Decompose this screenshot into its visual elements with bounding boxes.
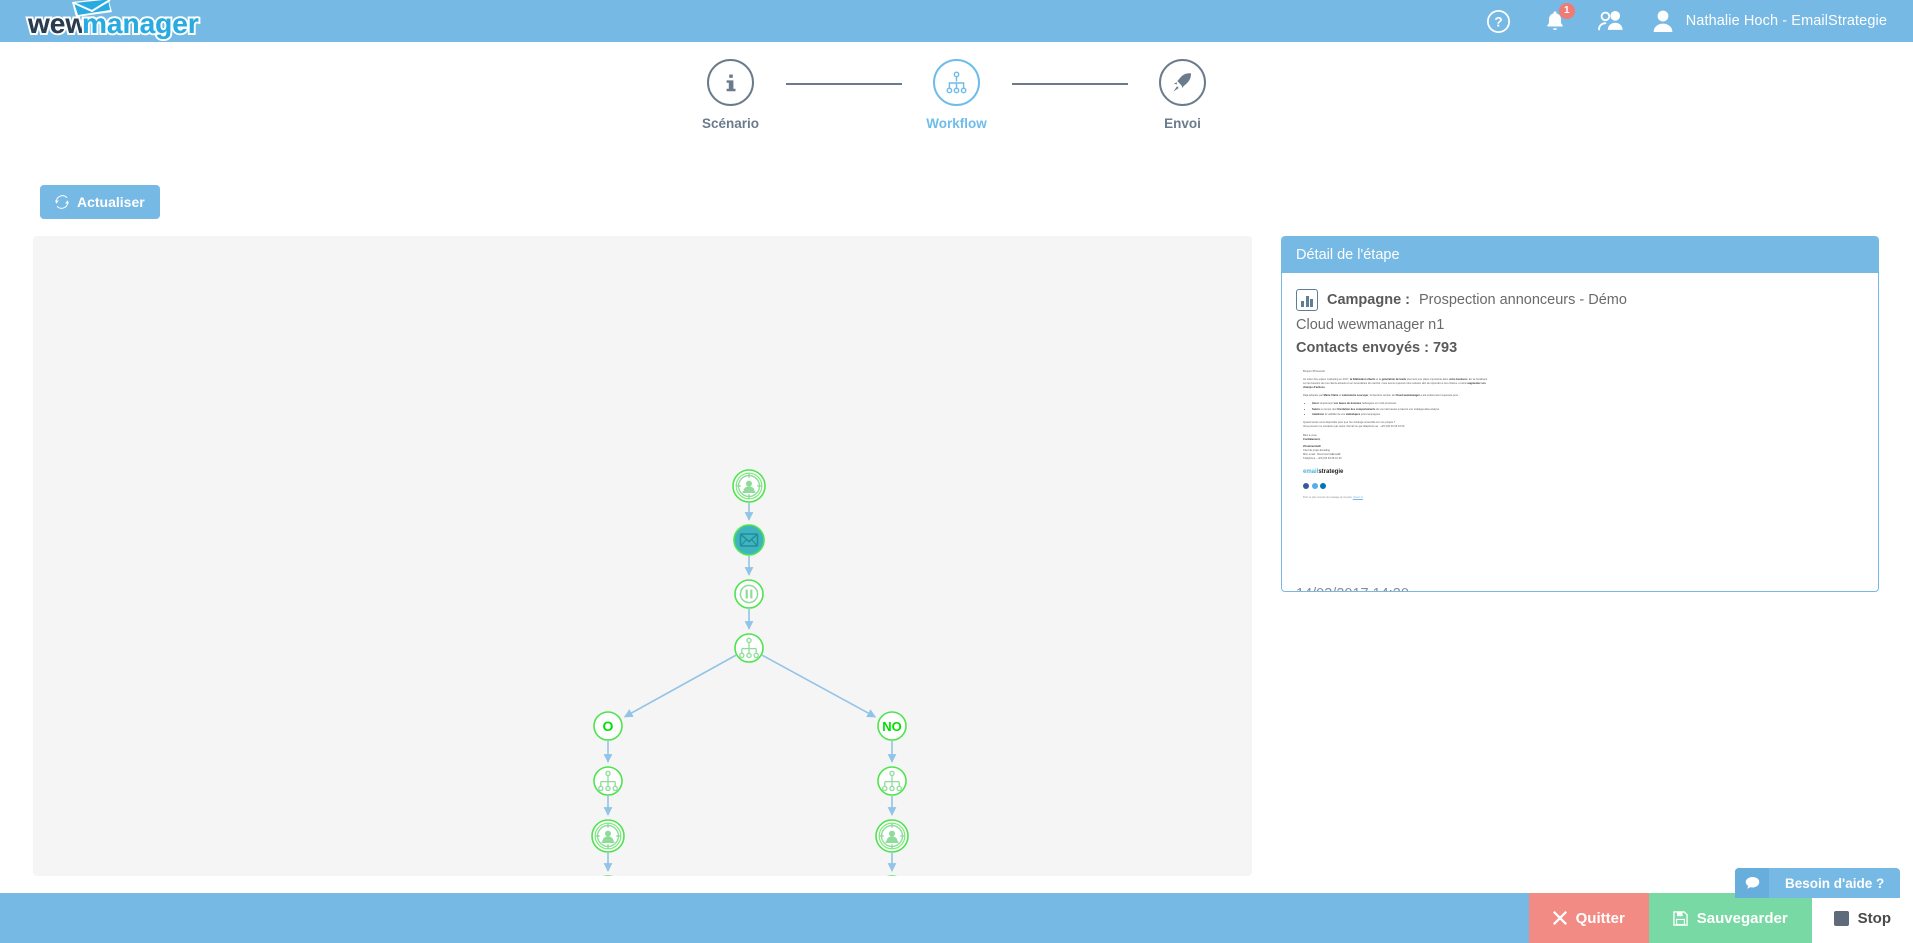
chat-bubble-glyph	[1745, 876, 1759, 889]
step-envoi[interactable]: Envoi	[1128, 59, 1238, 131]
workflow-node[interactable]	[875, 819, 909, 853]
stepper-steps: Scénario Workflow Envoi	[676, 59, 1238, 131]
sitemap-icon	[946, 71, 967, 94]
mail-bullets: Gérer simplement vos bases de données hé…	[1312, 402, 1489, 417]
facebook-icon[interactable]	[1303, 482, 1309, 489]
campaign-label: Campagne :	[1327, 292, 1410, 308]
workflow-stepper: Scénario Workflow Envoi	[0, 42, 1913, 147]
workflow-node[interactable]	[732, 469, 766, 503]
footer-bar: Quitter Sauvegarder Stop	[0, 893, 1913, 943]
stop-button[interactable]: Stop	[1811, 893, 1913, 943]
users-icon	[1597, 11, 1623, 31]
help-chat-widget[interactable]: Besoin d'aide ?	[1735, 868, 1901, 898]
workflow-node[interactable]: O	[593, 711, 623, 741]
quit-button-label: Quitter	[1575, 909, 1625, 927]
mail-bullet-1: Gérer simplement vos bases de données hé…	[1312, 402, 1489, 406]
campaign-row: Campagne : Prospection annonceurs - Démo	[1296, 289, 1864, 311]
app-logo[interactable]: wew wew manager manager	[22, 0, 242, 42]
user-avatar-icon	[1653, 10, 1673, 32]
cloud-line: Cloud wewmanager n1	[1296, 317, 1445, 333]
svg-text:wew: wew	[27, 8, 87, 39]
step-envoi-label: Envoi	[1164, 116, 1201, 131]
mail-paragraph-2: Déjà adoptée par Marie Claire et Laborat…	[1303, 394, 1460, 398]
workflow-graph: ONOONOONO	[479, 469, 1020, 876]
linkedin-icon[interactable]	[1320, 482, 1326, 489]
quit-button[interactable]: Quitter	[1528, 893, 1649, 943]
help-button[interactable]: ?	[1484, 6, 1514, 36]
workflow-node[interactable]	[734, 579, 764, 609]
stepper-connector-1	[785, 83, 902, 85]
refresh-button[interactable]: Actualiser	[40, 185, 160, 219]
step-date: 14/03/2017 14:20	[1282, 586, 1878, 591]
unsubscribe-link[interactable]: cliquez ici	[1353, 496, 1363, 499]
refresh-button-label: Actualiser	[77, 194, 145, 210]
step-detail-body: Campagne : Prospection annonceurs - Démo…	[1282, 273, 1878, 576]
workflow-canvas[interactable]: ONOONOONO	[33, 236, 1252, 876]
step-workflow-label: Workflow	[926, 116, 987, 131]
info-icon	[726, 74, 735, 91]
workflow-node[interactable]	[733, 524, 765, 556]
workflow-node[interactable]	[877, 766, 907, 796]
mail-social-links[interactable]	[1303, 482, 1489, 489]
chat-bubble-icon	[1735, 868, 1769, 898]
workflow-node[interactable]	[593, 766, 623, 796]
contacts-sent-line: Contacts envoyés : 793	[1296, 340, 1458, 356]
stepper-connector-2	[1011, 83, 1128, 85]
notification-badge: 1	[1558, 3, 1575, 19]
step-scenario-label: Scénario	[701, 116, 760, 131]
floppy-disk-icon	[1673, 910, 1688, 926]
stop-square-icon	[1833, 910, 1849, 926]
step-scenario-circle	[707, 59, 754, 106]
rocket-icon	[1173, 73, 1191, 92]
email-preview-thumbnail[interactable]: Bonjour #Prenom#, Au cœur des enjeux mar…	[1296, 364, 1496, 576]
wewmanager-logo-icon: wew wew manager manager	[25, 0, 201, 41]
workflow-nodes[interactable]: ONOONOONO	[479, 469, 1020, 876]
contacts-button[interactable]	[1596, 6, 1626, 36]
workflow-edges	[603, 503, 897, 872]
workflow-node[interactable]	[591, 819, 625, 853]
mail-bullet-2: Suivre en temps réel l'évolution des com…	[1312, 408, 1489, 412]
step-envoi-circle	[1159, 59, 1206, 106]
mail-greeting: Bonjour #Prenom#,	[1303, 370, 1326, 373]
stop-button-label: Stop	[1857, 909, 1891, 927]
step-scenario[interactable]: Scénario	[676, 59, 786, 131]
svg-text:NO: NO	[882, 719, 902, 734]
user-name-label: Nathalie Hoch - EmailStrategie	[1685, 13, 1887, 29]
mail-unsubscribe: Pour ne plus recevoir de message de ma p…	[1303, 495, 1364, 499]
emailstrategie-logo: emailstrategie	[1303, 469, 1344, 476]
save-button-label: Sauvegarder	[1696, 909, 1788, 927]
question-circle-icon: ?	[1487, 9, 1511, 33]
workflow-node[interactable]: NO	[877, 711, 907, 741]
step-workflow-circle	[933, 59, 980, 106]
mail-paragraph-1: Au cœur des enjeux marketing en 2017, la…	[1303, 378, 1488, 390]
step-detail-title: Détail de l'étape	[1282, 237, 1878, 273]
top-header-bar: wew wew manager manager ? 1 Nathalie Hoc…	[0, 0, 1913, 42]
notifications-button[interactable]: 1	[1540, 3, 1575, 36]
mail-signature: Bien à vous, Cordialement, #Commercial# …	[1303, 434, 1342, 461]
workflow-node[interactable]	[734, 633, 764, 663]
mail-bullet-3: Améliorer la visibilité de vos statistiq…	[1312, 413, 1489, 417]
help-widget-label: Besoin d'aide ?	[1785, 875, 1885, 891]
step-detail-panel: Détail de l'étape Campagne : Prospection…	[1281, 236, 1879, 592]
svg-text:?: ?	[1495, 14, 1503, 29]
step-workflow[interactable]: Workflow	[902, 59, 1012, 131]
close-x-icon	[1552, 911, 1567, 925]
header-actions: ? 1 Nathalie Hoch - EmailStrategie	[1484, 3, 1887, 36]
svg-text:manager: manager	[82, 8, 199, 39]
refresh-icon	[55, 195, 69, 209]
twitter-icon[interactable]	[1311, 482, 1318, 489]
mail-paragraph-3: Quand seriez-vous disponible pour que l'…	[1303, 421, 1405, 429]
bar-chart-icon	[1296, 289, 1318, 311]
svg-text:O: O	[603, 718, 614, 734]
save-button[interactable]: Sauvegarder	[1648, 893, 1812, 943]
user-menu[interactable]: Nathalie Hoch - EmailStrategie	[1652, 9, 1887, 33]
campaign-name: Prospection annonceurs - Démo	[1419, 292, 1627, 308]
